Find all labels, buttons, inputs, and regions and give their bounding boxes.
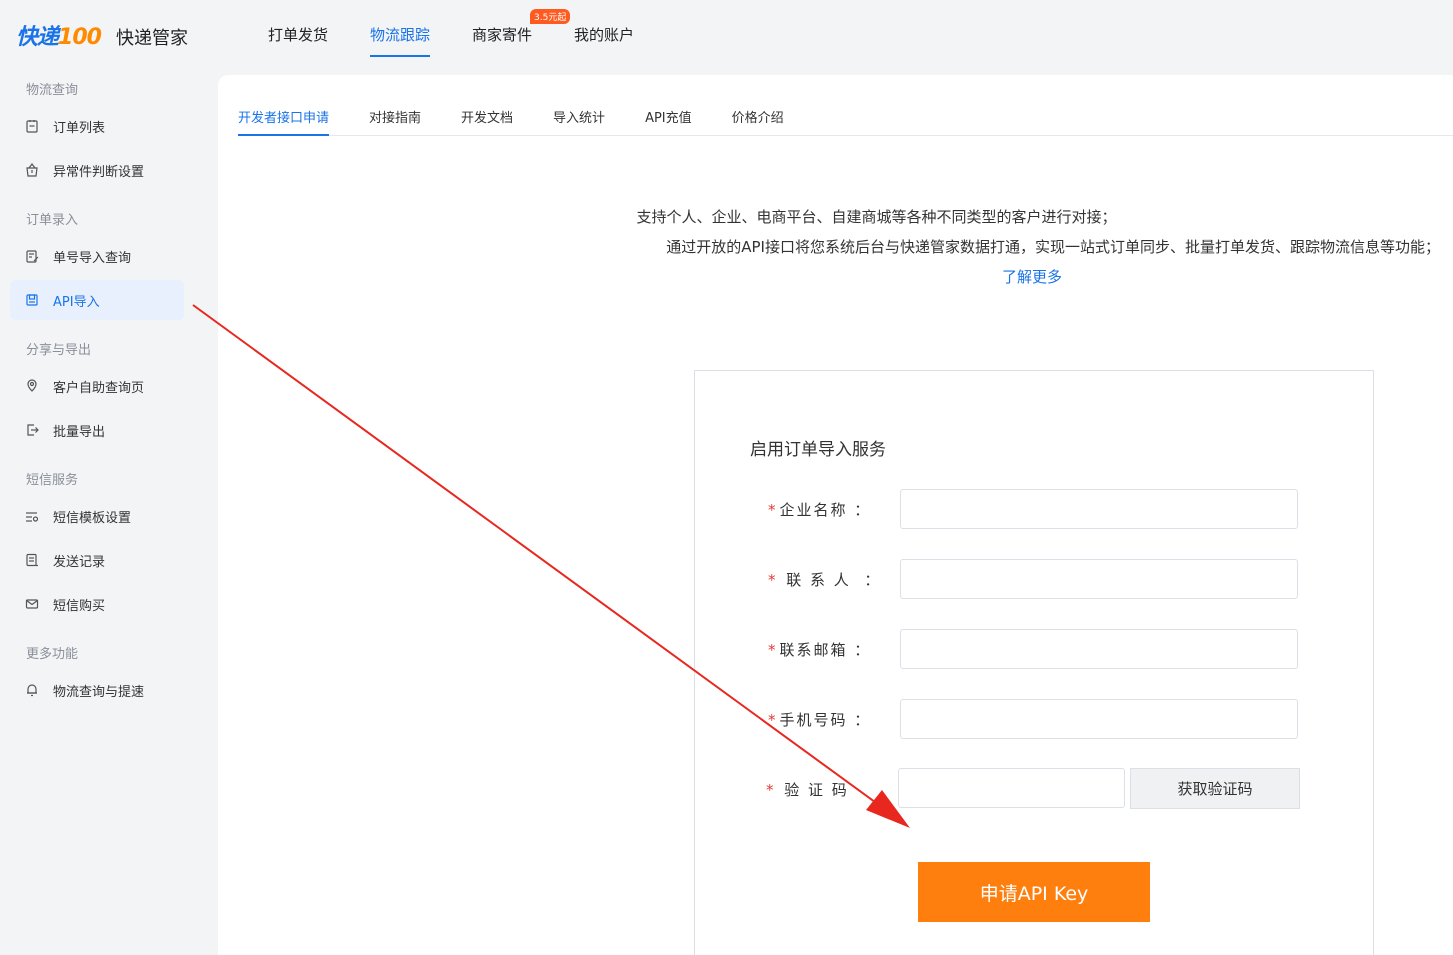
top-header: 快递100 快递管家 打单发货 物流跟踪 商家寄件 3.5元起 我的账户 [0, 0, 1453, 72]
sidebar-item-exception-settings[interactable]: 异常件判断设置 [10, 150, 184, 190]
sidebar-item-sms-template[interactable]: 短信模板设置 [10, 496, 184, 536]
tab-import-stats[interactable]: 导入统计 [553, 107, 605, 136]
sidebar: 物流查询 订单列表 异常件判断设置 订单录入 单号导入查询 API导入 分享与导… [0, 72, 218, 955]
clipboard-icon [25, 119, 39, 133]
logo-secondary-text: 100 [58, 25, 102, 50]
apply-api-key-button[interactable]: 申请API Key [918, 862, 1150, 922]
price-badge: 3.5元起 [530, 9, 571, 24]
tab-api-recharge[interactable]: API充值 [645, 107, 692, 136]
sidebar-item-order-list[interactable]: 订单列表 [10, 106, 184, 146]
required-mark: * [766, 781, 776, 799]
sidebar-group-title: 更多功能 [26, 647, 79, 662]
record-icon [25, 553, 39, 567]
nav-item-my-account[interactable]: 我的账户 [574, 24, 634, 57]
get-code-button[interactable]: 获取验证码 [1130, 768, 1300, 809]
sidebar-item-logistics-speedup[interactable]: 物流查询与提速 [10, 670, 184, 710]
sidebar-item-label: 订单列表 [53, 120, 106, 136]
sub-tabs: 开发者接口申请 对接指南 开发文档 导入统计 API充值 价格介绍 [238, 107, 1453, 136]
sidebar-item-label: 单号导入查询 [53, 250, 132, 266]
form-title: 启用订单导入服务 [750, 440, 886, 460]
nav-item-merchant-send[interactable]: 商家寄件 3.5元起 [472, 9, 571, 57]
logo-primary-text: 快递 [16, 25, 59, 50]
sidebar-item-label: 短信模板设置 [53, 510, 132, 526]
nav-item-label: 商家寄件 [472, 26, 533, 44]
learn-more-link[interactable]: 了解更多 [1002, 266, 1062, 287]
company-name-label: * 企业名称 ： [768, 501, 872, 519]
nav-item-print-ship[interactable]: 打单发货 [268, 24, 328, 57]
intro-line-1: 支持个人、企业、电商平台、自建商城等各种不同类型的客户进行对接； [636, 208, 1117, 226]
tab-pricing[interactable]: 价格介绍 [732, 107, 784, 136]
alert-box-icon [25, 163, 39, 177]
sidebar-group-title: 订单录入 [26, 213, 79, 228]
phone-number-input[interactable] [900, 699, 1298, 739]
save-icon [25, 293, 39, 307]
phone-number-label: * 手机号码 ： [768, 711, 872, 729]
main-panel: 开发者接口申请 对接指南 开发文档 导入统计 API充值 价格介绍 支持个人、企… [218, 75, 1453, 955]
tab-developer-apply[interactable]: 开发者接口申请 [238, 107, 330, 136]
sidebar-item-api-import[interactable]: API导入 [10, 280, 184, 320]
tab-dev-docs[interactable]: 开发文档 [461, 107, 513, 136]
company-name-input[interactable] [900, 489, 1298, 529]
contact-person-label: * 联 系 人 ： [768, 571, 882, 589]
sidebar-item-label: 客户自助查询页 [53, 380, 145, 396]
api-apply-form: 启用订单导入服务 * 企业名称 ： * 联 系 人 ： * 联系邮箱 ： * 手机号码… [694, 370, 1374, 955]
app-name: 快递管家 [116, 28, 188, 49]
intro-line-2: 通过开放的API接口将您系统后台与快递管家数据打通，实现一站式订单同步、批量打单… [666, 238, 1440, 256]
tab-integration-guide[interactable]: 对接指南 [369, 107, 421, 136]
sidebar-item-sms-purchase[interactable]: 短信购买 [10, 584, 184, 624]
export-icon [25, 423, 39, 437]
required-mark: * [768, 711, 778, 729]
sidebar-item-label: API导入 [53, 294, 100, 310]
sidebar-item-tracking-import[interactable]: 单号导入查询 [10, 236, 184, 276]
verification-code-label: * 验 证 码 [766, 781, 849, 799]
sidebar-item-label: 物流查询与提速 [53, 684, 145, 700]
edit-doc-icon [25, 249, 39, 263]
required-mark: * [768, 641, 778, 659]
sidebar-group-title: 短信服务 [26, 473, 79, 488]
template-settings-icon [25, 509, 39, 523]
required-mark: * [768, 501, 778, 519]
sidebar-item-label: 异常件判断设置 [53, 164, 145, 180]
contact-email-label: * 联系邮箱 ： [768, 641, 872, 659]
sidebar-item-batch-export[interactable]: 批量导出 [10, 410, 184, 450]
mail-icon [25, 597, 39, 611]
contact-email-input[interactable] [900, 629, 1298, 669]
top-nav: 打单发货 物流跟踪 商家寄件 3.5元起 我的账户 [268, 9, 676, 57]
verification-code-input[interactable] [898, 768, 1125, 808]
location-icon [25, 379, 39, 393]
sidebar-item-label: 短信购买 [53, 598, 106, 614]
required-mark: * [768, 571, 778, 589]
sidebar-item-label: 批量导出 [53, 424, 106, 440]
sidebar-item-send-records[interactable]: 发送记录 [10, 540, 184, 580]
contact-person-input[interactable] [900, 559, 1298, 599]
sidebar-group-title: 物流查询 [26, 83, 79, 98]
sidebar-item-label: 发送记录 [53, 554, 106, 570]
bell-icon [25, 683, 39, 697]
sidebar-item-customer-self-query[interactable]: 客户自助查询页 [10, 366, 184, 406]
nav-item-logistics-tracking[interactable]: 物流跟踪 [370, 24, 431, 57]
sidebar-group-title: 分享与导出 [26, 343, 92, 358]
kuaidi100-logo[interactable]: 快递100 [16, 20, 102, 50]
